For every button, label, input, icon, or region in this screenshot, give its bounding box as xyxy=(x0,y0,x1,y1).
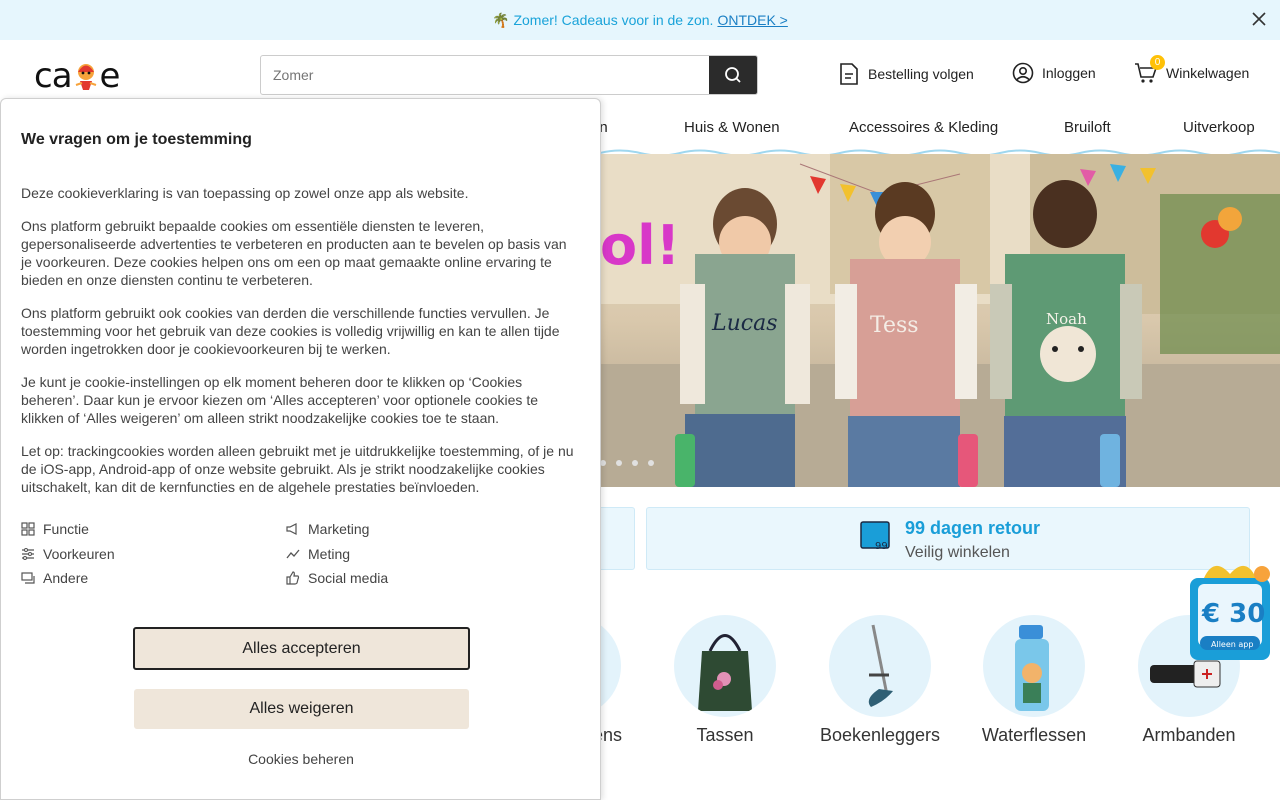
search-button[interactable] xyxy=(709,56,757,94)
svg-text:ol!: ol! xyxy=(600,214,680,277)
cookie-paragraph: Je kunt je cookie-instellingen op elk mo… xyxy=(21,374,538,426)
cookie-paragraph: Deze cookieverklaring is van toepassing … xyxy=(21,185,469,201)
carousel-dot[interactable] xyxy=(616,460,622,466)
thumbs-up-icon xyxy=(286,571,300,585)
search-input[interactable] xyxy=(261,56,709,94)
hero-banner[interactable]: ol! Lucas Tess Noah xyxy=(600,154,1280,487)
cookie-category-meting[interactable]: Meting xyxy=(286,546,350,562)
category-boekenleggers[interactable]: Boekenleggers xyxy=(810,615,950,746)
document-icon xyxy=(840,63,858,85)
cookie-category-andere[interactable]: Andere xyxy=(21,570,88,586)
usp-card-returns: 99 99 dagen retour Veilig winkelen xyxy=(646,507,1250,570)
sliders-icon xyxy=(22,548,34,560)
chat-icon xyxy=(21,572,35,584)
carousel-dot[interactable] xyxy=(648,460,654,466)
track-order-link[interactable]: Bestelling volgen xyxy=(838,62,974,86)
app-promo-badge[interactable]: € 30 Alleen app xyxy=(1184,556,1276,662)
cookie-category-marketing[interactable]: Marketing xyxy=(286,521,369,537)
reject-all-button[interactable]: Alles weigeren xyxy=(134,689,469,729)
carousel-dot[interactable] xyxy=(632,460,638,466)
search-bar xyxy=(260,55,758,95)
mascot-logo-icon xyxy=(75,64,96,90)
palm-emoji: 🌴 xyxy=(492,11,510,28)
svg-text:Alleen app: Alleen app xyxy=(1211,640,1253,649)
category-waterflessen[interactable]: Waterflessen xyxy=(964,615,1104,746)
grid-icon xyxy=(21,522,35,536)
usp-title: 99 dagen retour xyxy=(905,518,1041,538)
svg-text:Tess: Tess xyxy=(870,313,919,338)
nav-item-bruiloft[interactable]: Bruiloft xyxy=(1064,119,1111,136)
cookie-category-voorkeuren[interactable]: Voorkeuren xyxy=(21,546,115,562)
hero-image: ol! Lucas Tess Noah xyxy=(600,154,1280,487)
svg-text:Noah: Noah xyxy=(1046,310,1087,328)
nav-item-huis-wonen[interactable]: Huis & Wonen xyxy=(684,119,780,136)
cookie-category-functie[interactable]: Functie xyxy=(21,521,89,537)
manage-cookies-link[interactable]: Cookies beheren xyxy=(201,751,401,767)
cookie-text: Deze cookieverklaring is van toepassing … xyxy=(21,184,581,511)
cookie-paragraph: Let op: trackingcookies worden alleen ge… xyxy=(21,443,574,495)
nav-item-uitverkoop[interactable]: Uitverkoop xyxy=(1183,119,1255,136)
promo-text: Zomer! Cadeaus voor in de zon. xyxy=(513,12,714,28)
close-icon[interactable] xyxy=(1250,10,1268,28)
cart-link[interactable]: 0 Winkelwagen xyxy=(1134,55,1249,84)
login-link[interactable]: Inloggen xyxy=(1012,62,1096,84)
accept-all-button[interactable]: Alles accepteren xyxy=(133,627,470,670)
return-99-icon: 99 xyxy=(860,521,890,552)
user-icon xyxy=(1012,62,1034,84)
site-logo[interactable]: ca e xyxy=(34,56,120,96)
svg-text:€ 30: € 30 xyxy=(1201,599,1265,629)
bookmark-image xyxy=(829,615,931,717)
cookie-consent-panel: We vragen om je toestemming Deze cookiev… xyxy=(0,98,601,800)
svg-text:99: 99 xyxy=(875,541,888,552)
cookie-category-social-media[interactable]: Social media xyxy=(286,570,388,586)
cookie-paragraph: Ons platform gebruikt ook cookies van de… xyxy=(21,305,560,357)
trend-icon xyxy=(286,549,300,559)
promo-link[interactable]: ONTDEK > xyxy=(717,12,787,28)
nav-item-accessoires-kleding[interactable]: Accessoires & Kleding xyxy=(849,119,998,136)
cookie-title: We vragen om je toestemming xyxy=(21,131,252,148)
promo-bar: 🌴 Zomer! Cadeaus voor in de zon. ONTDEK … xyxy=(0,0,1280,40)
search-icon xyxy=(725,67,741,83)
category-tassen[interactable]: Tassen xyxy=(655,615,795,746)
tote-bag-image xyxy=(674,615,776,717)
svg-text:Lucas: Lucas xyxy=(711,311,778,336)
cookie-paragraph: Ons platform gebruikt bepaalde cookies o… xyxy=(21,218,567,288)
carousel-dots xyxy=(600,460,654,466)
usp-subtitle: Veilig winkelen xyxy=(905,544,1010,561)
water-bottle-image xyxy=(983,615,1085,717)
megaphone-icon xyxy=(286,523,297,535)
cart-count-badge: 0 xyxy=(1150,55,1165,70)
